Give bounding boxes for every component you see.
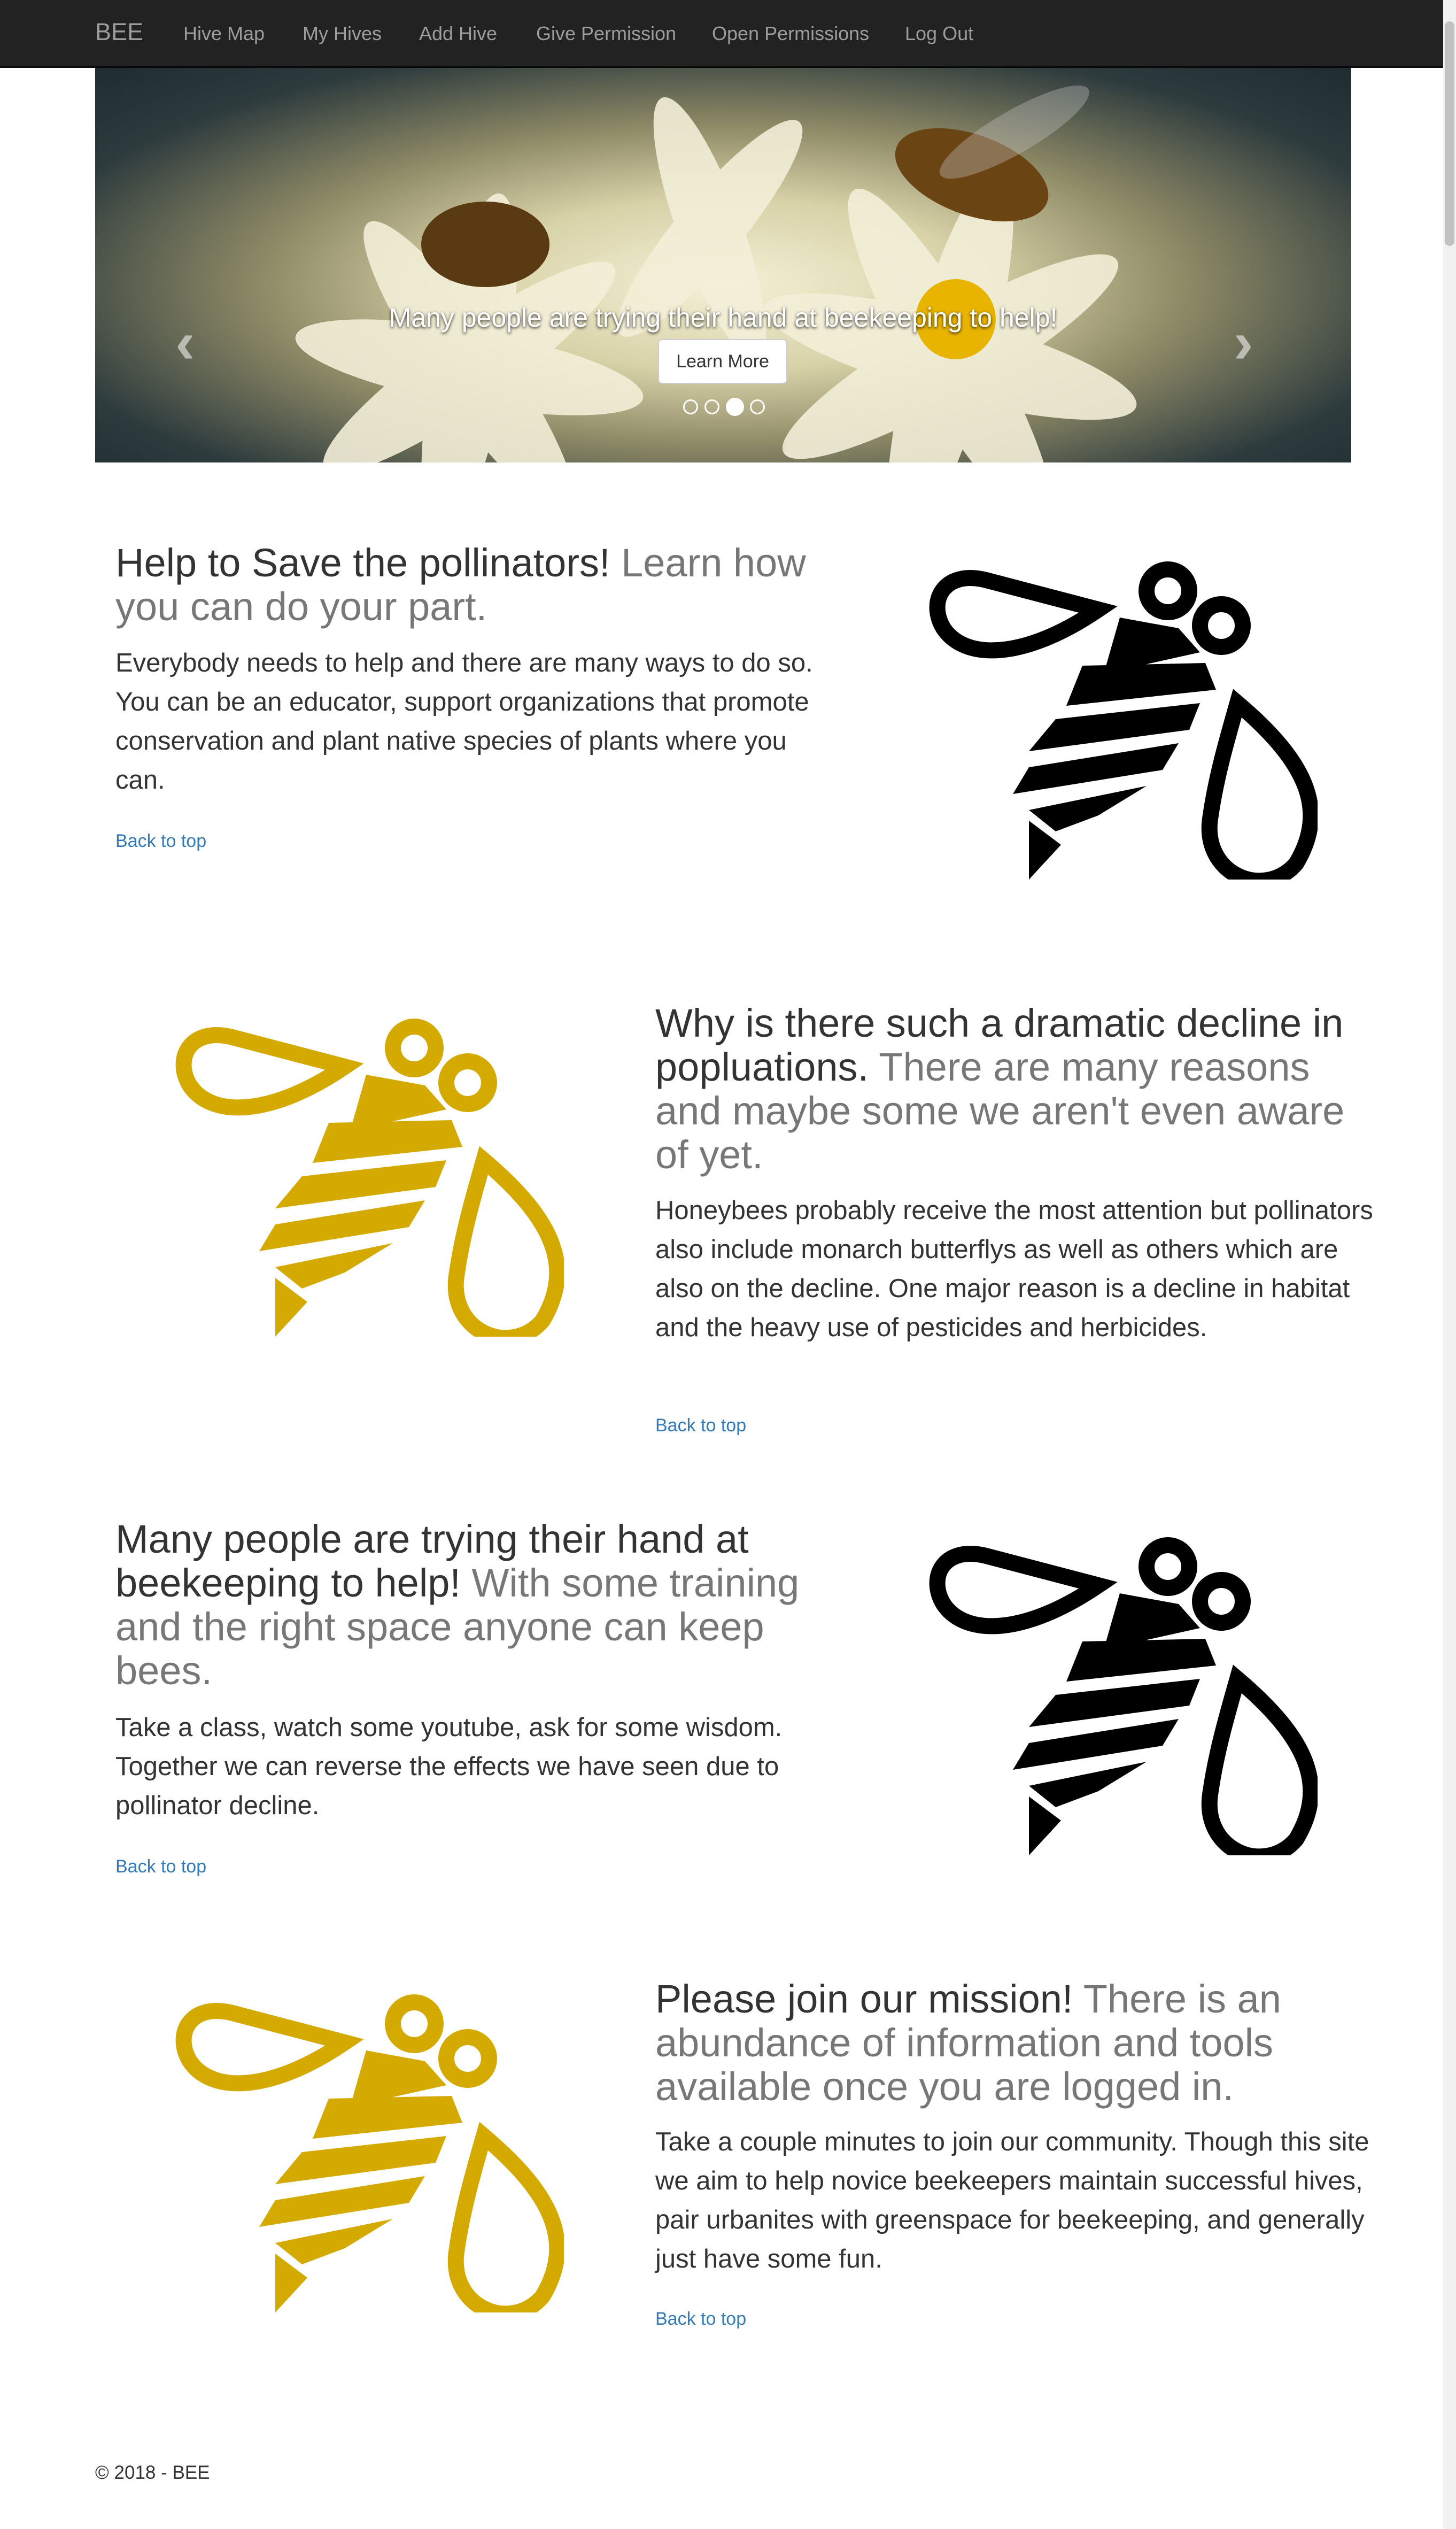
page-scrollbar[interactable] [1443,0,1456,2529]
nav-my-hives[interactable]: My Hives [303,22,382,45]
flower-bee-photo [295,85,1137,462]
carousel-caption: Many people are trying their hand at bee… [389,303,1058,333]
feature-body: Take a class, watch some youtube, ask fo… [115,1713,783,1820]
feature-body: Honeybees probably receive the most atte… [655,1196,1373,1342]
back-to-top-link[interactable]: Back to top [655,1415,746,1436]
hero-carousel: ‹ › Many people are trying their hand at… [95,68,1351,462]
feature-heading: Help to Save the pollinators! Learn how … [115,541,853,629]
carousel-indicator-active[interactable] [726,398,744,416]
carousel-indicator[interactable] [683,399,698,414]
feature-heading: Please join our mission! There is an abu… [655,1977,1382,2109]
bee-icon [929,1537,1318,1855]
nav-open-permissions[interactable]: Open Permissions [712,22,869,45]
back-to-top-link[interactable]: Back to top [115,1856,206,1877]
feature-heading: Why is there such a dramatic decline in … [655,1001,1382,1177]
bee-icon [175,1994,564,2312]
brand-link[interactable]: BEE [95,18,143,46]
nav-log-out[interactable]: Log Out [905,22,973,45]
nav-add-hive[interactable]: Add Hive [419,22,497,45]
bee-icon [175,1019,564,1337]
learn-more-button[interactable]: Learn More [658,339,787,384]
carousel-indicator[interactable] [704,399,719,414]
scrollbar-thumb[interactable] [1445,21,1454,246]
carousel-indicator[interactable] [750,399,765,414]
feature-heading: Many people are trying their hand at bee… [115,1517,853,1693]
feature-body: Take a couple minutes to join our commun… [655,2127,1369,2273]
nav-hive-map[interactable]: Hive Map [183,22,265,45]
feature-heading-main: Help to Save the pollinators! [115,541,610,585]
back-to-top-link[interactable]: Back to top [115,831,206,852]
feature-body: Everybody needs to help and there are ma… [115,649,813,795]
bee-icon [929,561,1318,880]
navbar: BEE Hive Map My Hives Add Hive Give Perm… [0,0,1443,68]
back-to-top-link[interactable]: Back to top [655,2309,746,2330]
feature-heading-main: Please join our mission! [655,1977,1073,2021]
footer-copyright: © 2018 - BEE [95,2462,210,2483]
nav-give-permission[interactable]: Give Permission [536,22,676,45]
